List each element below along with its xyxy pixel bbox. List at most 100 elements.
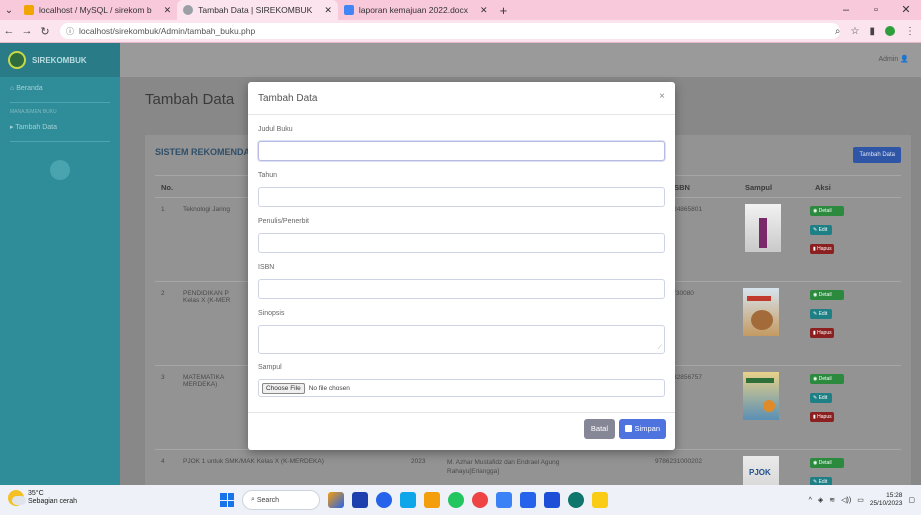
tray-chevron-icon[interactable]: ^ bbox=[809, 497, 812, 504]
taskbar-search[interactable]: ⌕ Search bbox=[242, 490, 320, 510]
tab-title: Tambah Data | SIREKOMBUK bbox=[198, 5, 313, 15]
column-header-no: No. bbox=[161, 183, 174, 192]
sidebar-item-tambah-data[interactable]: ▸ Tambah Data bbox=[0, 115, 120, 135]
edit-button[interactable]: ✎ Edit bbox=[810, 477, 832, 485]
penulis-penerbit-input[interactable] bbox=[258, 233, 665, 253]
browser-icon[interactable] bbox=[568, 492, 584, 508]
detail-button[interactable]: ◉ Detail bbox=[810, 290, 844, 300]
card-title: SISTEM REKOMENDASI bbox=[155, 147, 259, 157]
detail-label: Detail bbox=[818, 292, 832, 298]
resize-grip-icon[interactable]: ⟋ bbox=[658, 345, 662, 352]
isbn-input[interactable] bbox=[258, 279, 665, 299]
whatsapp-icon[interactable] bbox=[448, 492, 464, 508]
edge-icon[interactable] bbox=[376, 492, 392, 508]
wifi-icon[interactable]: ≋ bbox=[829, 496, 835, 504]
docs-icon bbox=[343, 5, 354, 15]
window-controls: – ▫ ✕ bbox=[831, 0, 921, 20]
network-icon[interactable]: ◈ bbox=[818, 496, 823, 504]
file-status: No file chosen bbox=[308, 384, 350, 392]
volume-icon[interactable]: ◁)) bbox=[841, 496, 851, 504]
save-label: Simpan bbox=[634, 424, 660, 433]
windows-start-icon[interactable] bbox=[220, 493, 234, 507]
xampp-icon[interactable] bbox=[592, 492, 608, 508]
address-bar: ← → ↻ ⓘ localhost/sirekombuk/Admin/tamba… bbox=[0, 20, 921, 43]
browser-tab-bar: ⌄ localhost / MySQL / sirekom b ✕ Tambah… bbox=[0, 0, 921, 20]
search-label: Search bbox=[256, 496, 280, 504]
cell-isbn: 9786231000202 bbox=[655, 458, 702, 465]
delete-button[interactable]: ▮ Hapus bbox=[810, 412, 834, 422]
tab-title: laporan kemajuan 2022.docx bbox=[358, 5, 469, 15]
close-icon[interactable]: × bbox=[659, 91, 665, 102]
vscode-icon[interactable] bbox=[520, 492, 536, 508]
clock[interactable]: 15:28 25/10/2023 bbox=[870, 492, 903, 508]
notification-icon[interactable]: ▢ bbox=[908, 496, 915, 504]
tahun-label: Tahun bbox=[258, 172, 278, 179]
sidebar-brand[interactable]: SIREKOMBUK bbox=[0, 43, 120, 77]
url-field[interactable]: ⓘ localhost/sirekombuk/Admin/tambah_buku… bbox=[60, 23, 840, 39]
edit-button[interactable]: ✎ Edit bbox=[810, 393, 832, 403]
word-icon[interactable] bbox=[544, 492, 560, 508]
file-explorer-icon[interactable] bbox=[424, 492, 440, 508]
delete-button[interactable]: ▮ Hapus bbox=[810, 244, 834, 254]
sidebar-divider bbox=[10, 141, 110, 142]
menu-kebab-icon[interactable]: ⋮ bbox=[905, 26, 915, 37]
edit-label: Edit bbox=[818, 395, 828, 401]
store-icon[interactable] bbox=[400, 492, 416, 508]
tab-phpmyadmin[interactable]: localhost / MySQL / sirekom b ✕ bbox=[18, 0, 177, 20]
cell-title: MATEMATIKA MERDEKA) bbox=[183, 374, 225, 388]
info-icon[interactable]: ⓘ bbox=[66, 26, 74, 37]
zoom-icon[interactable]: ⌕ bbox=[835, 26, 841, 37]
delete-button[interactable]: ▮ Hapus bbox=[810, 328, 834, 338]
new-tab-icon[interactable]: + bbox=[500, 3, 508, 18]
user-menu[interactable]: Admin 👤 bbox=[878, 55, 909, 63]
sampul-file-input[interactable]: Choose File No file chosen bbox=[258, 379, 665, 397]
battery-icon[interactable]: ▭ bbox=[857, 496, 864, 504]
cell-author: M. Azhar Mustafidz dan Endrael Agung Rah… bbox=[447, 459, 560, 475]
reload-icon[interactable]: ↻ bbox=[36, 25, 54, 38]
detail-button[interactable]: ◉ Detail bbox=[810, 206, 844, 216]
sidebar-item-beranda[interactable]: ⌂ Beranda bbox=[0, 77, 120, 96]
cancel-button[interactable]: Batal bbox=[583, 419, 615, 439]
save-button[interactable]: Simpan bbox=[618, 419, 666, 439]
minimize-icon[interactable]: – bbox=[831, 0, 861, 20]
tab-tambah-data[interactable]: Tambah Data | SIREKOMBUK ✕ bbox=[177, 0, 338, 20]
weather-widget[interactable]: 35°C Sebagian cerah bbox=[8, 490, 77, 506]
forward-icon[interactable]: → bbox=[18, 25, 36, 37]
edit-button[interactable]: ✎ Edit bbox=[810, 225, 832, 235]
close-tab-icon[interactable]: ✕ bbox=[164, 5, 172, 16]
edit-button[interactable]: ✎ Edit bbox=[810, 309, 832, 319]
extension-icon[interactable] bbox=[885, 25, 895, 36]
close-window-icon[interactable]: ✕ bbox=[891, 0, 921, 20]
weather-icon bbox=[8, 490, 26, 506]
cell-title: PENDIDIKAN P Kelas X (K-MER bbox=[183, 290, 231, 304]
tab-search-icon[interactable]: ⌄ bbox=[0, 5, 18, 16]
bookmark-star-icon[interactable]: ☆ bbox=[851, 26, 860, 37]
widgets-app-icon[interactable] bbox=[328, 492, 344, 508]
restore-icon[interactable]: ▫ bbox=[861, 0, 891, 20]
add-data-button[interactable]: Tambah Data bbox=[853, 147, 901, 163]
close-tab-icon[interactable]: ✕ bbox=[324, 5, 332, 16]
user-name: Admin bbox=[878, 56, 899, 63]
chrome-icon[interactable] bbox=[472, 492, 488, 508]
tahun-input[interactable] bbox=[258, 187, 665, 207]
chrome-alt-icon[interactable] bbox=[496, 492, 512, 508]
phpmyadmin-icon bbox=[24, 5, 34, 15]
sidebar-toggle-button[interactable] bbox=[50, 160, 70, 180]
taskbar-apps: ⌕ Search bbox=[220, 490, 608, 510]
penulis-label: Penulis/Penerbit bbox=[258, 218, 309, 225]
tab-laporan[interactable]: laporan kemajuan 2022.docx ✕ bbox=[338, 0, 494, 20]
detail-button[interactable]: ◉ Detail bbox=[810, 374, 844, 384]
table-row: 4 PJOK 1 untuk SMK/MAK Kelas X (K-MERDEK… bbox=[155, 449, 901, 485]
choose-file-button[interactable]: Choose File bbox=[262, 382, 305, 394]
sidebar-icon[interactable]: ▮ bbox=[869, 26, 875, 37]
save-icon bbox=[624, 425, 632, 432]
modal-title: Tambah Data bbox=[258, 93, 318, 104]
task-view-icon[interactable] bbox=[352, 492, 368, 508]
book-cover-image bbox=[745, 204, 781, 252]
judul-buku-input[interactable] bbox=[258, 141, 665, 161]
close-tab-icon[interactable]: ✕ bbox=[480, 5, 488, 16]
url-text: localhost/sirekombuk/Admin/tambah_buku.p… bbox=[79, 26, 256, 36]
sinopsis-textarea[interactable]: ⟋ bbox=[258, 325, 665, 354]
back-icon[interactable]: ← bbox=[0, 25, 18, 37]
detail-button[interactable]: ◉ Detail bbox=[810, 458, 844, 468]
